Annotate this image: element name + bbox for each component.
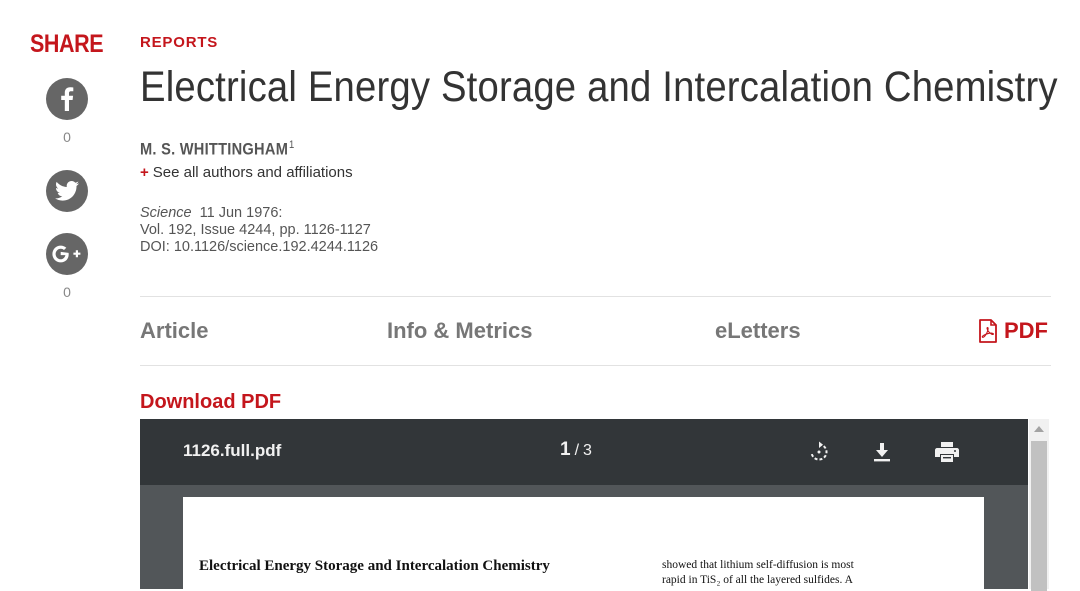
googleplus-share-button[interactable]: [46, 233, 88, 275]
article-title: Electrical Energy Storage and Intercalat…: [140, 63, 1058, 111]
pdf-filename: 1126.full.pdf: [183, 441, 282, 460]
divider-bottom: [140, 365, 1051, 366]
citation-doi: DOI: 10.1126/science.192.4244.1126: [140, 239, 379, 255]
pdf-viewer-toolbar: 1126.full.pdf 1/3: [140, 419, 1028, 485]
download-icon: [874, 443, 890, 462]
tab-info-metrics[interactable]: Info & Metrics: [387, 318, 532, 344]
facebook-icon: [61, 87, 74, 111]
share-title: SHARE: [30, 30, 104, 58]
rotate-icon: [810, 441, 828, 461]
twitter-icon: [55, 181, 79, 201]
pdf-total-pages: 3: [583, 442, 592, 459]
download-pdf-link[interactable]: Download PDF: [140, 391, 281, 414]
pdf-text-line-2: rapid in TiS₂ of all the layered sulfide…: [662, 574, 853, 586]
pdf-current-page[interactable]: 1: [560, 439, 571, 460]
see-all-authors-link[interactable]: + See all authors and affiliations: [140, 164, 353, 181]
scroll-up-arrow-icon[interactable]: [1034, 426, 1044, 432]
tab-pdf-label: PDF: [1004, 318, 1048, 343]
pdf-text-line-1: showed that lithium self-diffusion is mo…: [662, 559, 854, 571]
pdf-page-indicator: 1/3: [560, 439, 592, 461]
pdf-page-separator: /: [574, 442, 580, 459]
facebook-share-button[interactable]: [46, 78, 88, 120]
tab-eletters[interactable]: eLetters: [715, 318, 801, 344]
pdf-file-icon: [979, 319, 997, 343]
googleplus-icon: [52, 245, 81, 263]
pdf-scrollbar-thumb[interactable]: [1031, 441, 1047, 591]
journal-name: Science: [140, 205, 192, 221]
divider-top: [140, 296, 1051, 297]
pdf-paper-title: Electrical Energy Storage and Intercalat…: [199, 558, 550, 574]
pdf-viewer[interactable]: 1126.full.pdf 1/3 Electrical Energy Stor…: [140, 419, 1028, 589]
citation-journal-date: Science 11 Jun 1976:: [140, 205, 378, 222]
print-icon: [935, 442, 959, 462]
facebook-share-count: 0: [63, 129, 71, 145]
citation-block: Science 11 Jun 1976: Vol. 192, Issue 424…: [140, 205, 378, 256]
publication-date: 11 Jun 1976:: [199, 205, 283, 221]
rotate-button[interactable]: [806, 439, 832, 465]
twitter-share-button[interactable]: [46, 170, 88, 212]
download-button[interactable]: [869, 439, 895, 465]
googleplus-share-count: 0: [63, 284, 71, 300]
author-name[interactable]: M. S. WHITTINGHAM1: [140, 139, 295, 160]
author-name-text: M. S. WHITTINGHAM: [140, 139, 289, 159]
tab-article[interactable]: Article: [140, 318, 208, 344]
tab-pdf[interactable]: PDF: [978, 318, 1048, 344]
citation-volume: Vol. 192, Issue 4244, pp. 1126-1127: [140, 222, 371, 238]
print-button[interactable]: [934, 439, 960, 465]
author-affiliation-mark: 1: [288, 139, 295, 151]
pdf-scrollbar[interactable]: [1029, 419, 1049, 591]
see-all-authors-label: See all authors and affiliations: [152, 164, 353, 181]
plus-icon: +: [140, 164, 149, 181]
section-label: REPORTS: [140, 34, 219, 51]
pdf-paper-text: showed that lithium self-diffusion is mo…: [662, 558, 892, 588]
